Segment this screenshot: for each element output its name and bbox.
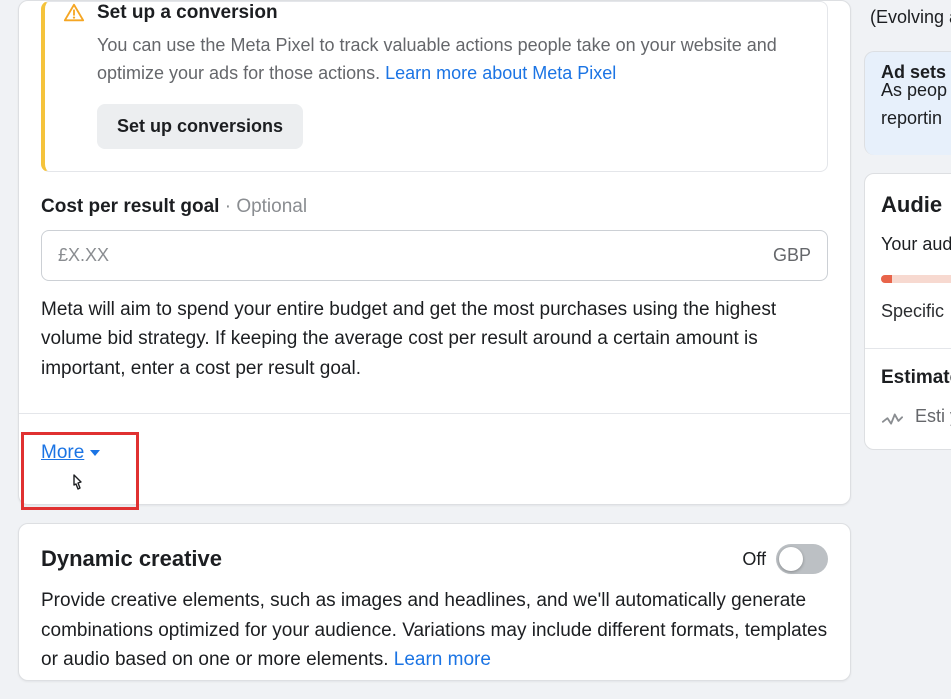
more-section: More [19,413,850,484]
learn-more-dynamic-link[interactable]: Learn more [394,649,491,670]
adsets-info-text: As peop controls reportin [881,77,951,133]
audience-card: Audie Your audi Specific Estimated Esti … [864,173,951,450]
estimated-text: Esti your not [915,403,951,430]
setup-conversions-button[interactable]: Set up conversions [97,104,303,149]
chevron-down-icon [90,450,100,456]
optional-indicator: · Optional [225,196,307,217]
currency-label: GBP [761,245,811,266]
conversion-title: Set up a conversion [97,2,805,24]
more-toggle-link[interactable]: More [41,442,100,464]
dynamic-creative-description: Provide creative elements, such as image… [41,586,828,674]
activity-icon [881,409,903,431]
toggle-knob [779,547,803,571]
dynamic-toggle-wrap: Off [742,544,828,574]
cost-per-result-input[interactable] [58,245,761,266]
audience-spectrum-bar [881,275,951,283]
audience-title: Audie [881,192,951,218]
dynamic-creative-toggle[interactable] [776,544,828,574]
adsets-info-body: As peop controls reportin [864,67,951,155]
dynamic-creative-header: Dynamic creative Off [41,544,828,574]
spectrum-specific-label: Specific [881,301,951,322]
setup-conversion-banner: Set up a conversion You can use the Meta… [41,1,828,172]
dynamic-creative-card: Dynamic creative Off Provide creative el… [18,523,851,681]
more-label-text: More [41,442,84,464]
toggle-state-label: Off [742,549,766,570]
estimated-row: Esti your not [881,403,951,431]
audience-subtitle: Your audi [881,234,951,255]
evolving-text-fragment: (Evolving affect y [864,0,951,51]
dynamic-creative-title: Dynamic creative [41,546,222,572]
warning-icon [63,2,85,24]
conversion-cost-card: Set up a conversion You can use the Meta… [18,0,851,505]
cost-label-text: Cost per result goal [41,196,219,217]
conversion-description: You can use the Meta Pixel to track valu… [97,32,805,88]
learn-more-pixel-link[interactable]: Learn more about Meta Pixel [385,63,616,83]
cost-per-result-label: Cost per result goal · Optional [41,196,828,218]
cost-per-result-input-row[interactable]: GBP [41,230,828,281]
cursor-pointer-icon [67,472,89,502]
estimated-title: Estimated [881,367,951,389]
cost-helper-text: Meta will aim to spend your entire budge… [41,295,828,383]
